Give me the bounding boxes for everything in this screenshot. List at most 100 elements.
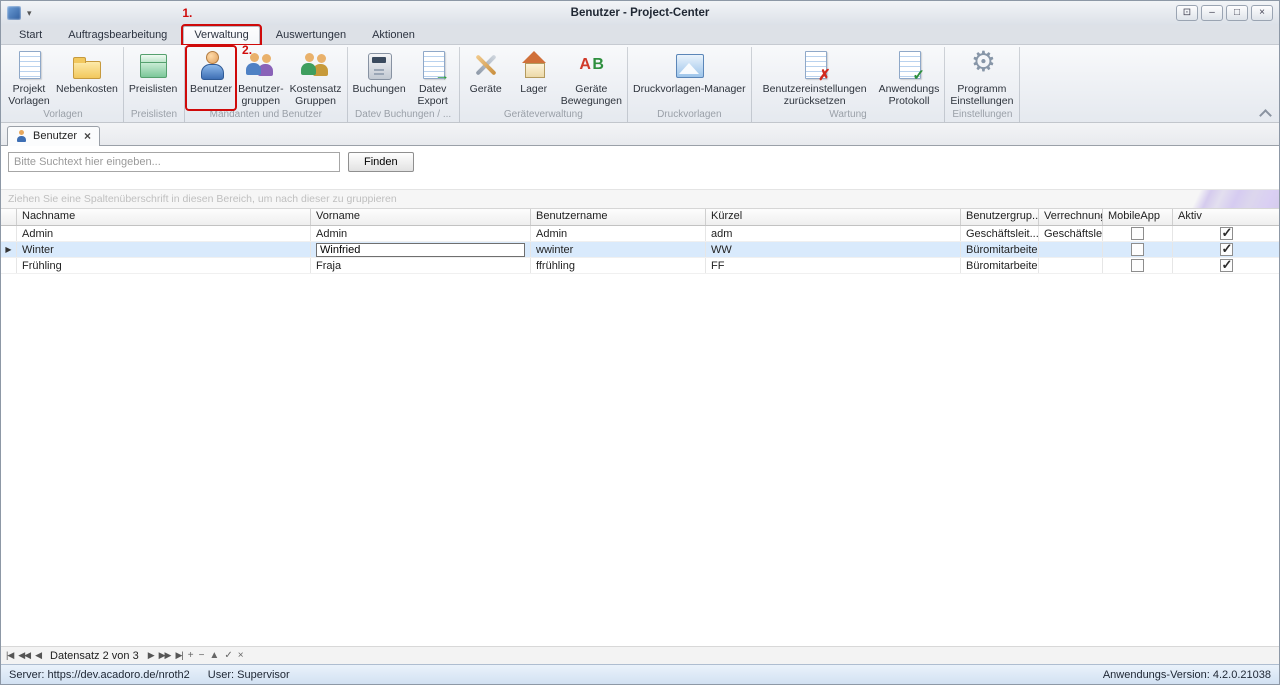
ribbon-button-preislisten[interactable]: Preislisten [126,47,180,109]
nav-last-button[interactable]: ▶| [175,650,182,661]
find-button[interactable]: Finden [348,152,414,172]
ribbon-button-benutzereinstellungen-zuruecksetzen[interactable]: Benutzereinstellungen zurücksetzen [754,47,876,109]
ribbon-button-nebenkosten[interactable]: Nebenkosten [53,47,121,109]
ribbon-button-geraete[interactable]: Geräte [462,47,510,109]
group-by-panel[interactable]: Ziehen Sie eine Spaltenüberschrift in di… [1,189,1279,209]
anwendungs-protokoll-icon [892,49,926,81]
cell-benutzername[interactable]: Admin [531,226,706,241]
nav-next-page-button[interactable]: ▶▶ [159,650,171,661]
cell-kuerzel[interactable]: FF [706,258,961,273]
grid-header: Nachname Vorname Benutzername Kürzel Ben… [1,209,1279,226]
ribbon-button-benutzer[interactable]: Benutzer 2. [187,47,235,109]
quick-access-caret-icon[interactable]: ▾ [27,8,32,19]
spacer [1,177,1279,189]
maximize-button[interactable]: □ [1226,5,1248,21]
aktiv-checkbox[interactable] [1220,259,1233,272]
header-indicator [1,209,17,225]
aktiv-checkbox[interactable] [1220,227,1233,240]
table-row[interactable]: Frühling Fraja ffrühling FF Büromitarbei… [1,258,1279,274]
cell-nachname[interactable]: Frühling [17,258,311,273]
mobileapp-checkbox[interactable] [1131,243,1144,256]
nav-prev-button[interactable]: ◀ [35,650,41,661]
cell-verrechnung[interactable]: Geschäftsleit... [1039,226,1103,241]
cell-aktiv[interactable] [1173,242,1279,257]
table-row[interactable]: Admin Admin Admin adm Geschäftsleit... G… [1,226,1279,242]
ribbon-tab-label: Verwaltung [194,29,248,41]
server-status-text: Server: https://dev.acadoro.de/nroth2 [9,669,190,681]
cell-mobileapp[interactable] [1103,242,1173,257]
nav-first-button[interactable]: |◀ [6,650,13,661]
close-button[interactable]: × [1251,5,1273,21]
row-indicator: ▶ [1,242,17,257]
ribbon-group-preislisten: Preislisten Preislisten [124,47,185,122]
ribbon-tab-start[interactable]: Start [9,27,52,44]
ribbon-button-projekt-vorlagen[interactable]: Projekt Vorlagen [5,47,53,109]
cell-kuerzel[interactable]: WW [706,242,961,257]
ribbon-tab-auftragsbearbeitung[interactable]: Auftragsbearbeitung [58,27,177,44]
mobileapp-checkbox[interactable] [1131,227,1144,240]
ribbon-button-anwendungs-protokoll[interactable]: Anwendungs Protokoll [876,47,943,109]
ribbon-button-druckvorlagen-manager[interactable]: Druckvorlagen-Manager [630,47,749,109]
header-vorname[interactable]: Vorname [311,209,531,225]
header-benutzername[interactable]: Benutzername [531,209,706,225]
header-verrechnung[interactable]: Verrechnungs... [1039,209,1103,225]
nav-delete-button[interactable]: − [199,650,205,661]
close-tab-icon[interactable]: × [84,129,91,143]
ribbon-group-vorlagen: Projekt Vorlagen Nebenkosten Vorlagen [3,47,124,122]
nav-append-button[interactable]: + [188,650,194,661]
cell-kuerzel[interactable]: adm [706,226,961,241]
ribbon-tab-auswertungen[interactable]: Auswertungen [266,27,356,44]
header-mobileapp[interactable]: MobileApp [1103,209,1173,225]
cell-vorname[interactable]: Admin [311,226,531,241]
aktiv-checkbox[interactable] [1220,243,1233,256]
ribbon-button-programm-einstellungen[interactable]: Programm Einstellungen [947,47,1016,109]
cell-nachname[interactable]: Admin [17,226,311,241]
nav-cancel-button[interactable]: × [238,650,244,661]
nav-edit-button[interactable]: ▲ [209,650,219,661]
search-input[interactable] [8,152,340,172]
nav-next-button[interactable]: ▶ [148,650,154,661]
header-benutzergruppe[interactable]: Benutzergrup... [961,209,1039,225]
ribbon-group-wartung: Benutzereinstellungen zurücksetzen Anwen… [752,47,946,122]
header-aktiv[interactable]: Aktiv [1173,209,1279,225]
cell-nachname[interactable]: Winter [17,242,311,257]
cell-benutzername[interactable]: wwinter [531,242,706,257]
cell-benutzergruppe[interactable]: Büromitarbeiter [961,258,1039,273]
app-icon[interactable] [7,6,21,20]
cell-verrechnung[interactable] [1039,258,1103,273]
ribbon-button-lager[interactable]: Lager [510,47,558,109]
ribbon-button-kostensatz-gruppen[interactable]: Kostensatz Gruppen [287,47,345,109]
cell-benutzername[interactable]: ffrühling [531,258,706,273]
ribbon-group-datev-buchungen: Buchungen Datev Export Datev Buchungen /… [348,47,460,122]
vorname-edit-input[interactable] [316,243,525,257]
nav-prev-page-button[interactable]: ◀◀ [18,650,30,661]
cell-verrechnung[interactable] [1039,242,1103,257]
collapse-ribbon-icon[interactable] [1261,108,1269,116]
ribbon-button-label: Projekt Vorlagen [8,83,49,107]
ribbon-button-geraete-bewegungen[interactable]: Geräte Bewegungen [558,47,625,109]
ribbon-button-buchungen[interactable]: Buchungen [350,47,409,109]
cell-aktiv[interactable] [1173,226,1279,241]
cell-mobileapp[interactable] [1103,226,1173,241]
cell-benutzergruppe[interactable]: Geschäftsleit... [961,226,1039,241]
header-kuerzel[interactable]: Kürzel [706,209,961,225]
tab-benutzer[interactable]: Benutzer × [7,126,100,146]
fullscreen-button[interactable]: ⊡ [1176,5,1198,21]
minimize-button[interactable]: – [1201,5,1223,21]
ribbon-tab-aktionen[interactable]: Aktionen [362,27,425,44]
cell-mobileapp[interactable] [1103,258,1173,273]
table-row[interactable]: ▶ Winter wwinter WW Büromitarbeiter [1,242,1279,258]
ribbon-button-label: Benutzer [190,83,232,95]
cell-benutzergruppe[interactable]: Büromitarbeiter [961,242,1039,257]
ribbon-group-label: Einstellungen [947,109,1017,122]
user-status-text: User: Supervisor [208,669,290,681]
cell-vorname[interactable]: Fraja [311,258,531,273]
mobileapp-checkbox[interactable] [1131,259,1144,272]
ribbon-button-datev-export[interactable]: Datev Export [409,47,457,109]
row-indicator [1,258,17,273]
cell-vorname[interactable] [311,242,531,257]
nav-post-button[interactable]: ✓ [224,650,232,661]
cell-aktiv[interactable] [1173,258,1279,273]
ribbon-tab-verwaltung[interactable]: Verwaltung 1. [183,26,259,44]
header-nachname[interactable]: Nachname [17,209,311,225]
